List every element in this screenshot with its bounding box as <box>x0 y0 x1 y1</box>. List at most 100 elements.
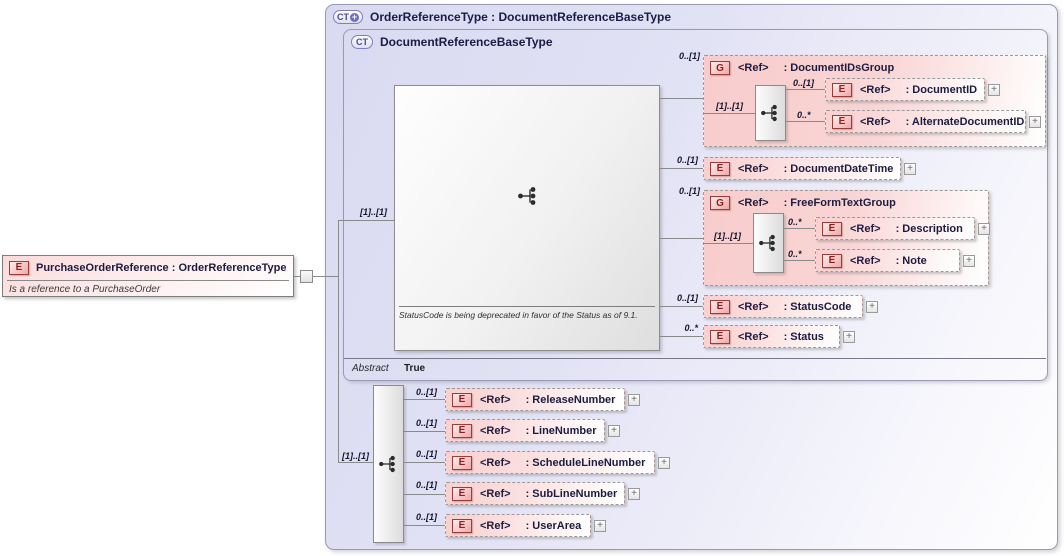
element-icon: E <box>710 161 730 176</box>
ct-icon-label: CT <box>356 37 368 47</box>
cardinality-documentdatetime: 0..[1] <box>676 155 698 165</box>
cardinality-base: [1]..[1] <box>360 207 387 217</box>
expand-icon[interactable]: + <box>1029 115 1041 128</box>
cardinality-seq: [1]..[1] <box>714 231 741 241</box>
element-statuscode[interactable]: E <Ref> : StatusCode + <box>703 295 878 318</box>
element-note[interactable]: E <Ref> : Note + <box>815 249 975 272</box>
element-status[interactable]: E <Ref> : Status + <box>703 325 855 348</box>
ref-label: <Ref> <box>738 62 769 74</box>
expand-icon[interactable]: + <box>628 487 640 500</box>
connection-handle[interactable] <box>300 270 313 283</box>
complex-type-icon: CT <box>351 35 373 49</box>
connector <box>660 238 703 239</box>
expand-icon[interactable]: + <box>978 222 990 235</box>
element-documentid[interactable]: E <Ref> : DocumentID + <box>825 78 1000 101</box>
cardinality-description: 0..* <box>788 217 802 227</box>
cardinality-documentid: 0..[1] <box>793 78 815 88</box>
expand-icon[interactable]: + <box>628 393 640 406</box>
connector <box>660 336 703 337</box>
element-name: : ScheduleLineNumber <box>525 456 646 469</box>
element-name: : LineNumber <box>525 424 597 437</box>
abstract-label: Abstract <box>352 363 389 374</box>
abstract-divider <box>344 358 1046 359</box>
ref-label: <Ref> <box>738 300 769 313</box>
element-sublinenumber[interactable]: E <Ref> : SubLineNumber + <box>445 482 640 505</box>
cardinality-statuscode: 0..[1] <box>676 293 698 303</box>
ref-label: <Ref> <box>480 393 511 406</box>
cardinality-seq: [1]..[1] <box>716 101 743 111</box>
ref-label: <Ref> <box>738 330 769 343</box>
element-name: : AlternateDocumentID <box>905 115 1025 128</box>
group-name: : FreeFormTextGroup <box>783 197 896 209</box>
cardinality-freeformtextgroup: 0..[1] <box>678 186 700 196</box>
source-annotation: Is a reference to a PurchaseOrder <box>9 284 161 295</box>
element-linenumber[interactable]: E <Ref> : LineNumber + <box>445 419 620 442</box>
expand-icon[interactable]: + <box>608 424 620 437</box>
element-userarea[interactable]: E <Ref> : UserArea + <box>445 514 606 537</box>
element-schedulelinenumber[interactable]: E <Ref> : ScheduleLineNumber + <box>445 451 670 474</box>
deprecation-annotation: StatusCode is being deprecated in favor … <box>399 310 638 320</box>
expand-icon[interactable]: + <box>594 519 606 532</box>
element-name: : DocumentDateTime <box>783 162 894 175</box>
sequence-compositor[interactable] <box>753 213 784 273</box>
expand-icon[interactable]: + <box>988 83 1000 96</box>
element-documentdatetime[interactable]: E <Ref> : DocumentDateTime + <box>703 157 916 180</box>
element-releasenumber[interactable]: E <Ref> : ReleaseNumber + <box>445 388 640 411</box>
connector <box>404 525 445 526</box>
cardinality-userarea: 0..[1] <box>416 512 438 522</box>
sequence-icon <box>518 187 536 205</box>
source-element-title: PurchaseOrderReference : OrderReferenceT… <box>36 261 287 274</box>
ref-label: <Ref> <box>850 254 881 267</box>
element-name: : Note <box>895 254 927 267</box>
connector <box>786 121 825 122</box>
ref-label: <Ref> <box>480 456 511 469</box>
annotation-divider <box>399 306 655 307</box>
connector <box>660 168 703 169</box>
element-purchaseorderreference[interactable]: E PurchaseOrderReference : OrderReferenc… <box>2 255 294 297</box>
cardinality-linenumber: 0..[1] <box>416 418 438 428</box>
element-name: : SubLineNumber <box>525 487 618 500</box>
base-type-header: CT DocumentReferenceBaseType <box>351 35 553 49</box>
connector <box>404 462 445 463</box>
complextype-header: CT + OrderReferenceType : DocumentReferen… <box>333 10 671 24</box>
source-element-header: E PurchaseOrderReference : OrderReferenc… <box>3 256 293 279</box>
expand-icon[interactable]: + <box>843 330 855 343</box>
sequence-icon <box>760 104 777 122</box>
ref-label: <Ref> <box>738 197 769 209</box>
ref-label: <Ref> <box>480 424 511 437</box>
group-icon: G <box>710 196 730 210</box>
sequence-compositor[interactable] <box>755 85 786 141</box>
expand-icon[interactable]: + <box>904 162 916 175</box>
expand-icon[interactable]: + <box>658 456 670 469</box>
sequence-compositor-extension[interactable] <box>373 385 404 543</box>
complex-type-derived-icon: CT + <box>333 10 363 24</box>
expand-icon[interactable]: + <box>866 300 878 313</box>
element-name: : Status <box>783 330 824 343</box>
element-name: : Description <box>895 222 963 235</box>
base-content-model-box[interactable]: StatusCode is being deprecated in favor … <box>394 85 660 351</box>
element-icon: E <box>452 392 472 407</box>
connector <box>404 494 445 495</box>
ref-label: <Ref> <box>480 519 511 532</box>
sequence-icon <box>378 455 395 473</box>
element-alternatedocumentid[interactable]: E <Ref> : AlternateDocumentID + <box>825 110 1041 133</box>
outer-container-title: OrderReferenceType : DocumentReferenceBa… <box>370 10 671 24</box>
cardinality-sublinenumber: 0..[1] <box>416 480 438 490</box>
element-name: : StatusCode <box>783 300 852 313</box>
connector <box>660 98 703 99</box>
connector <box>660 306 703 307</box>
element-description[interactable]: E <Ref> : Description + <box>815 217 990 240</box>
connector <box>294 276 300 277</box>
element-icon: E <box>452 518 472 533</box>
element-name: : ReleaseNumber <box>525 393 616 406</box>
element-icon: E <box>822 221 842 236</box>
element-icon: E <box>822 253 842 268</box>
expand-icon[interactable]: + <box>963 254 975 267</box>
cardinality-status: 0..* <box>684 323 698 333</box>
group-header: G <Ref> : DocumentIDsGroup <box>704 56 1045 80</box>
connector <box>404 399 445 400</box>
element-icon: E <box>452 423 472 438</box>
abstract-value: True <box>404 363 426 374</box>
connector <box>784 228 815 229</box>
inner-container-title: DocumentReferenceBaseType <box>380 35 553 49</box>
